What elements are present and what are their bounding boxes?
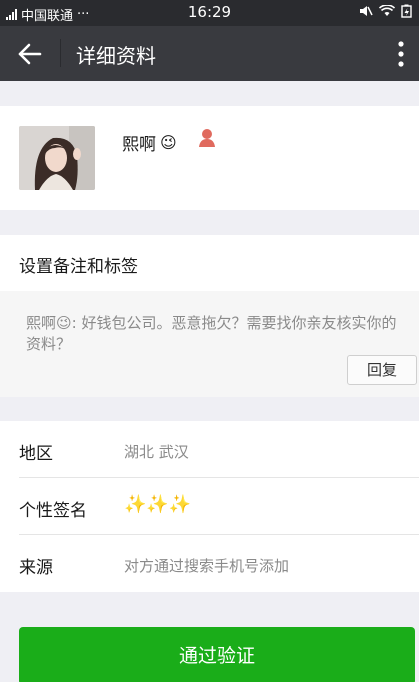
mute-icon bbox=[360, 6, 373, 16]
info-row-signature: 个性签名 ✨✨✨ bbox=[0, 478, 419, 535]
remark-tags-row[interactable]: 设置备注和标签 bbox=[0, 235, 419, 291]
status-time: 16:29 bbox=[187, 3, 232, 21]
more-options-icon[interactable] bbox=[393, 40, 409, 68]
region-label: 地区 bbox=[19, 444, 53, 464]
avatar[interactable] bbox=[19, 126, 95, 190]
title-bar: 详细资料 bbox=[0, 26, 419, 81]
source-label: 来源 bbox=[19, 558, 53, 578]
message-body: : 好钱包公司。恶意拖欠？需要找你亲友核实你的资料？ bbox=[26, 314, 397, 353]
info-row-source: 来源 对方通过搜索手机号添加 bbox=[0, 535, 419, 592]
wink-emoji-icon: 😉 bbox=[56, 314, 72, 332]
profile-name-text: 熙啊 bbox=[122, 135, 156, 155]
status-bar: 中国联通 ··· 16:29 bbox=[0, 0, 419, 26]
remark-tags-label: 设置备注和标签 bbox=[19, 257, 138, 277]
region-value: 湖北 武汉 bbox=[124, 443, 189, 461]
page-title: 详细资料 bbox=[76, 44, 156, 68]
back-arrow-icon[interactable] bbox=[16, 40, 44, 68]
signature-label: 个性签名 bbox=[19, 501, 87, 521]
battery-icon bbox=[401, 4, 412, 18]
wifi-icon bbox=[379, 5, 395, 16]
profile-card: 熙啊 😉 bbox=[0, 106, 419, 210]
title-divider bbox=[60, 39, 61, 67]
status-right bbox=[359, 4, 413, 18]
profile-name: 熙啊 😉 bbox=[122, 130, 177, 155]
info-section: 地区 湖北 武汉 个性签名 ✨✨✨ 来源 对方通过搜索手机号添加 bbox=[0, 421, 419, 592]
signature-value: ✨✨✨ bbox=[124, 494, 192, 515]
female-gender-icon bbox=[199, 129, 215, 147]
verification-message-text: 熙啊😉: 好钱包公司。恶意拖欠？需要找你亲友核实你的资料？ bbox=[26, 313, 410, 355]
info-row-region: 地区 湖北 武汉 bbox=[0, 421, 419, 478]
approve-verification-button[interactable]: 通过验证 bbox=[19, 627, 415, 682]
source-value: 对方通过搜索手机号添加 bbox=[124, 557, 290, 575]
message-sender: 熙啊 bbox=[26, 314, 57, 332]
avatar-photo bbox=[19, 126, 95, 190]
reply-button[interactable]: 回复 bbox=[347, 355, 417, 385]
wink-emoji-icon: 😉 bbox=[160, 133, 177, 152]
